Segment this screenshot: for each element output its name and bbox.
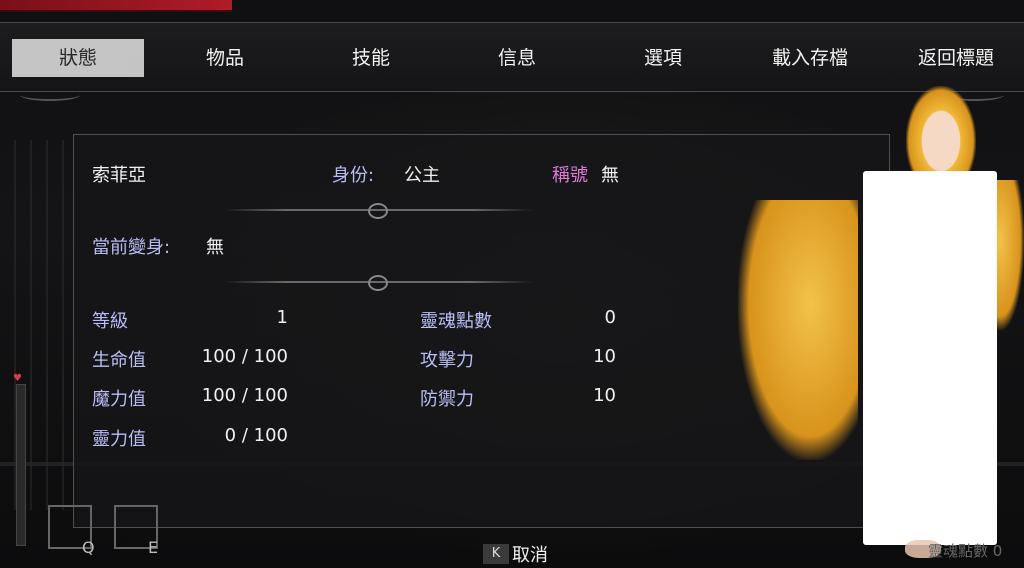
stat-label-defense: 防禦力 (420, 389, 474, 410)
stat-label-attack: 攻擊力 (420, 350, 474, 371)
transform-value: 無 (206, 237, 224, 258)
stat-label-level: 等級 (92, 311, 128, 332)
faded-soul-points: 靈魂點數 0 (928, 542, 1003, 560)
stat-label-soul-points: 靈魂點數 (420, 311, 492, 332)
title-value: 無 (601, 165, 619, 186)
stat-value-hp: 100 / 100 (201, 346, 288, 367)
divider-bottom-knot (368, 275, 388, 291)
background-bars (0, 140, 70, 510)
heart-icon: ♥ (13, 373, 22, 384)
e-key-label: E (148, 538, 159, 557)
menu-bar: 狀態 物品 技能 信息 選項 載入存檔 返回標題 (0, 22, 1024, 101)
character-name: 索菲亞 (92, 165, 146, 186)
tab-options[interactable]: 選項 (618, 39, 708, 77)
identity-label: 身份: (332, 165, 375, 186)
side-gauge (16, 384, 26, 546)
cancel-button[interactable]: 取消 (512, 541, 548, 567)
tab-return-title[interactable]: 返回標題 (904, 39, 1008, 77)
tab-info[interactable]: 信息 (472, 39, 562, 77)
hp-bar (0, 0, 232, 12)
censor-block (863, 171, 997, 545)
character-hair (738, 200, 858, 460)
stat-label-hp: 生命值 (92, 350, 146, 371)
tab-items[interactable]: 物品 (180, 39, 270, 77)
stat-value-soul-points: 0 (604, 307, 616, 328)
stat-value-defense: 10 (593, 385, 616, 406)
stat-label-mp: 魔力值 (92, 389, 146, 410)
q-key-label: Q (82, 538, 95, 557)
tab-status[interactable]: 狀態 (12, 39, 144, 77)
cancel-key-icon[interactable]: K (483, 544, 509, 564)
stat-value-attack: 10 (593, 346, 616, 367)
tab-skills[interactable]: 技能 (326, 39, 416, 77)
identity-value: 公主 (404, 165, 440, 186)
stat-label-spirit: 靈力值 (92, 429, 146, 450)
stat-value-level: 1 (276, 307, 288, 328)
stat-value-mp: 100 / 100 (201, 385, 288, 406)
tab-load-save[interactable]: 載入存檔 (758, 39, 862, 77)
transform-label: 當前變身: (92, 237, 171, 258)
divider-top-knot (368, 203, 388, 219)
stat-value-spirit: 0 / 100 (224, 425, 288, 446)
ornament-left (20, 89, 80, 101)
title-label: 稱號 (552, 165, 588, 186)
